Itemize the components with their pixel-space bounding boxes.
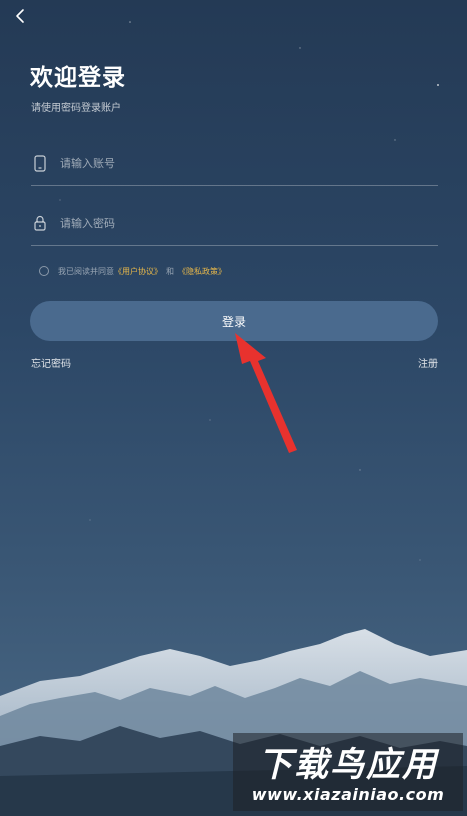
login-button[interactable]: 登录 <box>30 301 438 341</box>
page-title: 欢迎登录 <box>30 65 126 91</box>
login-screen: 欢迎登录 请使用密码登录账户 我已阅读并同意 《用户协议》 和 《隐私政策》 登… <box>0 0 467 816</box>
watermark-url: www.xiazainiao.com <box>251 785 445 804</box>
account-input[interactable] <box>60 151 420 175</box>
chevron-left-icon <box>16 9 24 23</box>
watermark-brand: 下载鸟应用 <box>258 745 438 785</box>
agreement-and: 和 <box>166 266 174 276</box>
account-field <box>31 145 438 186</box>
agreement-row: 我已阅读并同意 《用户协议》 和 《隐私政策》 <box>39 264 226 278</box>
phone-icon <box>33 154 47 172</box>
agreement-checkbox[interactable] <box>39 266 49 276</box>
password-field <box>31 205 438 246</box>
lock-icon <box>33 214 47 232</box>
agreement-prefix: 我已阅读并同意 <box>58 266 114 276</box>
page-subtitle: 请使用密码登录账户 <box>31 103 121 114</box>
forgot-password-link[interactable]: 忘记密码 <box>31 355 71 370</box>
password-input[interactable] <box>60 211 420 235</box>
register-link[interactable]: 注册 <box>418 355 438 370</box>
user-agreement-link[interactable]: 《用户协议》 <box>114 266 162 277</box>
watermark-badge: 下载鸟应用 www.xiazainiao.com <box>233 733 463 811</box>
back-button[interactable] <box>8 4 32 28</box>
privacy-policy-link[interactable]: 《隐私政策》 <box>178 266 226 277</box>
